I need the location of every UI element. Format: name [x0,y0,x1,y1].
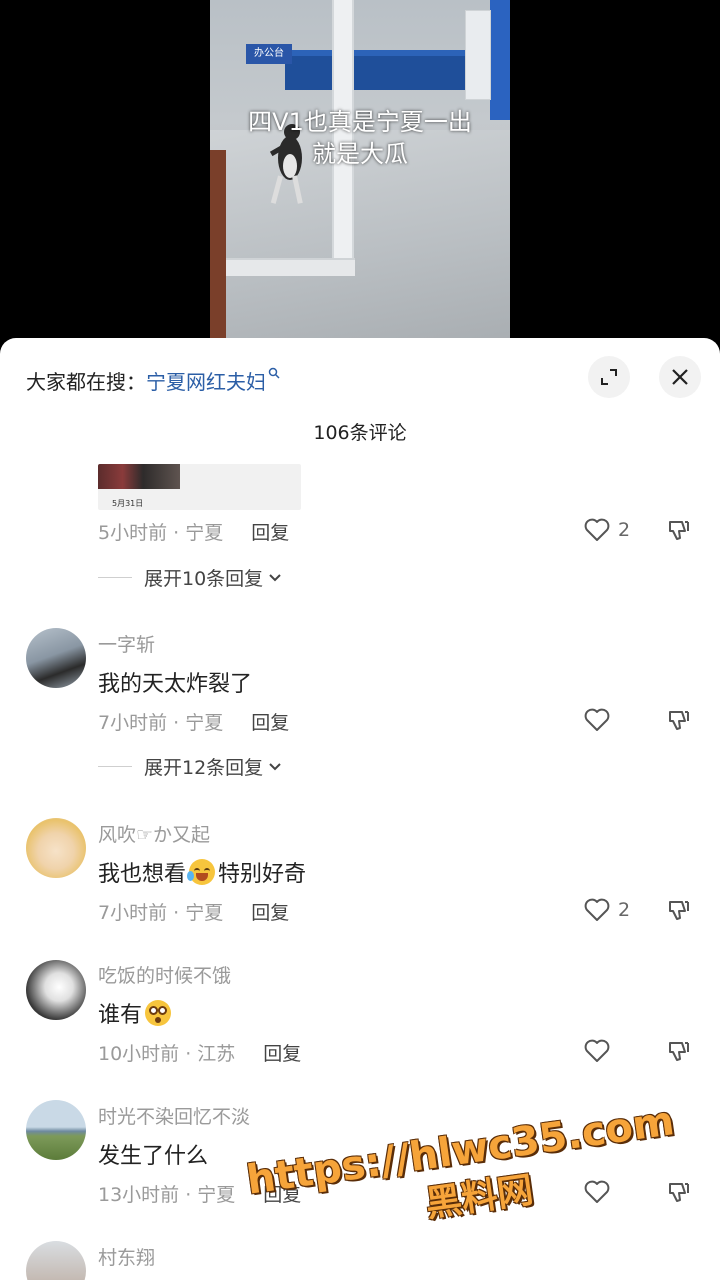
reply-button[interactable]: 回复 [251,518,289,545]
search-prefix: 大家都在搜： [26,369,146,394]
like-button[interactable] [584,1039,618,1063]
comment-meta: 7小时前 · 宁夏 回复 [98,898,289,925]
expand-divider [98,766,132,767]
search-term-link[interactable]: 宁夏网红夫妇 [146,366,266,395]
comment-sheet: 大家都在搜： 宁夏网红夫妇 106条评论 5月31日 5小时前 · 宁夏 回复 … [0,338,720,1280]
dislike-button[interactable] [667,1039,691,1067]
comment-username[interactable]: 吃饭的时候不饿 [98,961,231,988]
expand-replies-label: 展开12条回复 [144,757,264,779]
comment-text-part: 谁有 [98,1003,143,1028]
video-counter [285,50,470,90]
avatar[interactable] [26,1100,86,1160]
video-counter-label: 办公台 [246,44,292,64]
thumbs-down-icon [669,1183,689,1202]
video-wall [490,0,510,120]
crying-laughing-emoji-icon [187,859,216,885]
expand-replies-label: 展开10条回复 [144,568,264,590]
reply-button[interactable]: 回复 [251,898,289,925]
like-button[interactable] [584,708,618,732]
comment-time: 10小时前 · 江苏 [98,1043,236,1065]
like-button[interactable]: 2 [584,518,630,542]
thumbs-down-icon [669,901,689,920]
close-button[interactable] [659,356,701,398]
heart-icon [584,1039,610,1062]
comment-meta: 13小时前 · 宁夏 回复 [98,1180,301,1207]
like-count: 2 [618,899,631,921]
caption-line-2: 就是大瓜 [312,140,408,168]
comment-text-part: 特别好奇 [218,862,307,887]
expand-divider [98,577,132,578]
comment-image-date: 5月31日 [112,499,144,508]
dislike-button[interactable] [667,708,691,736]
comment-time: 5小时前 · 宁夏 [98,522,224,544]
thumbs-down-icon [669,1042,689,1061]
comment-text: 我的天太炸裂了 [98,672,253,697]
heart-icon [584,518,610,541]
comment-username[interactable]: 风吹☞か又起 [98,820,210,847]
comment-image[interactable]: 5月31日 [98,464,301,510]
comment-username[interactable]: 时光不染回忆不淡 [98,1102,250,1129]
comment-meta: 10小时前 · 江苏 回复 [98,1039,301,1066]
reply-button[interactable]: 回复 [251,708,289,735]
comment-text: 谁有 [98,997,174,1029]
caption-line-1: 四V1也真是宁夏一出 [248,108,472,136]
comment-text: 我也想看 特别好奇 [98,856,306,888]
video-player[interactable]: 办公台 四V1也真是宁夏一出 就是大瓜 [210,0,510,340]
comment-text: 发生了什么 [98,1144,209,1169]
avatar[interactable] [26,960,86,1020]
heart-icon [584,1180,610,1203]
flushed-emoji-icon [145,1000,172,1026]
comment-image-strip [98,464,180,489]
video-door-bottom [210,258,355,276]
heart-icon [584,708,610,731]
comment-meta: 7小时前 · 宁夏 回复 [98,708,289,735]
comment-username[interactable]: 村东翔 [98,1243,155,1270]
expand-replies[interactable]: 展开12条回复 [98,753,281,780]
video-pillar [465,10,491,100]
like-button[interactable] [584,1180,618,1204]
reply-button[interactable]: 回复 [263,1039,301,1066]
video-left-wood [210,150,226,340]
chevron-down-icon [269,570,281,586]
comment-time: 13小时前 · 宁夏 [98,1184,236,1206]
expand-replies[interactable]: 展开10条回复 [98,564,281,591]
avatar[interactable] [26,1241,86,1280]
like-count: 2 [618,519,631,541]
comment-text-part: 我也想看 [98,862,187,887]
video-caption: 四V1也真是宁夏一出 就是大瓜 [210,106,510,170]
comment-count: 106条评论 [313,422,407,444]
comment-time: 7小时前 · 宁夏 [98,712,224,734]
dislike-button[interactable] [667,1180,691,1208]
comment-time: 7小时前 · 宁夏 [98,902,224,924]
reply-button[interactable]: 回复 [263,1180,301,1207]
comment-username[interactable]: 一字斩 [98,630,155,657]
close-icon [672,369,688,385]
thumbs-down-icon [669,521,689,540]
search-suggestion[interactable]: 大家都在搜： 宁夏网红夫妇 [26,366,280,394]
dislike-button[interactable] [667,518,691,546]
expand-button[interactable] [588,356,630,398]
chevron-down-icon [269,759,281,775]
dislike-button[interactable] [667,898,691,926]
like-button[interactable]: 2 [584,898,630,922]
expand-icon [601,369,617,385]
comment-meta: 5小时前 · 宁夏 回复 [98,518,289,545]
avatar[interactable] [26,818,86,878]
avatar[interactable] [26,628,86,688]
thumbs-down-icon [669,711,689,730]
search-icon [268,367,280,382]
heart-icon [584,898,610,921]
